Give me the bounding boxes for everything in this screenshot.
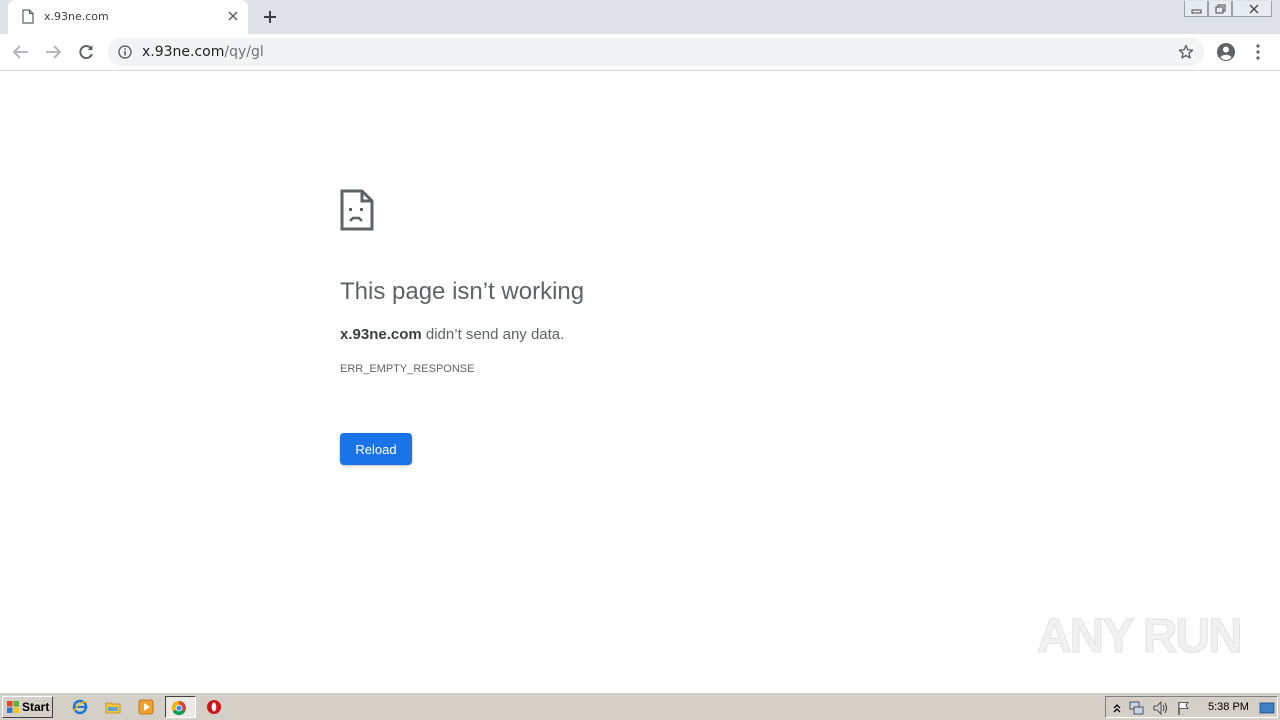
error-description: x.93ne.com didn’t send any data. bbox=[340, 326, 564, 343]
url-path: /qy/gl bbox=[224, 44, 264, 60]
network-icon[interactable] bbox=[1128, 700, 1144, 716]
tab-active[interactable]: x.93ne.com bbox=[8, 0, 248, 34]
close-window-button[interactable] bbox=[1232, 1, 1272, 17]
new-tab-icon[interactable] bbox=[262, 9, 278, 25]
action-center-flag-icon[interactable] bbox=[1176, 700, 1192, 716]
close-tab-icon[interactable] bbox=[228, 11, 238, 21]
browser-toolbar: x.93ne.com/qy/gl bbox=[0, 34, 1280, 71]
tab-title: x.93ne.com bbox=[44, 10, 109, 23]
internet-explorer-icon bbox=[72, 699, 88, 715]
error-host: x.93ne.com bbox=[340, 326, 422, 343]
anyrun-watermark-logo: ANY RUN bbox=[1037, 610, 1244, 664]
windows-logo-icon bbox=[7, 701, 19, 713]
minimize-button[interactable] bbox=[1184, 1, 1208, 17]
close-icon bbox=[1249, 4, 1259, 14]
bookmark-star-icon[interactable] bbox=[1178, 44, 1194, 60]
restore-button[interactable] bbox=[1208, 1, 1232, 17]
taskbar-app-media[interactable] bbox=[133, 696, 159, 718]
start-button[interactable]: Start bbox=[2, 696, 53, 718]
forward-icon[interactable] bbox=[44, 43, 62, 61]
error-code: ERR_EMPTY_RESPONSE bbox=[340, 363, 475, 375]
error-description-text: didn’t send any data. bbox=[421, 326, 565, 343]
system-tray bbox=[1105, 696, 1278, 718]
minimize-icon bbox=[1191, 9, 1202, 14]
error-title: This page isn’t working bbox=[340, 278, 585, 305]
sad-page-icon bbox=[340, 189, 374, 231]
profile-avatar-icon[interactable] bbox=[1216, 42, 1236, 62]
taskbar-app-ie[interactable] bbox=[67, 696, 93, 718]
show-hidden-icons-icon[interactable] bbox=[1109, 700, 1125, 716]
file-explorer-icon bbox=[105, 702, 121, 714]
taskbar-app-opera[interactable] bbox=[201, 696, 227, 718]
page-icon bbox=[22, 9, 34, 24]
url-text[interactable]: x.93ne.com/qy/gl bbox=[142, 44, 264, 60]
more-menu-icon[interactable] bbox=[1252, 43, 1264, 61]
restore-icon bbox=[1215, 4, 1226, 14]
reload-icon[interactable] bbox=[77, 43, 95, 61]
opera-icon bbox=[207, 700, 221, 714]
page-content: This page isn’t working x.93ne.com didn’… bbox=[0, 72, 1280, 690]
back-icon[interactable] bbox=[12, 43, 30, 61]
chrome-icon bbox=[171, 700, 186, 716]
volume-icon[interactable] bbox=[1152, 700, 1168, 716]
media-player-icon bbox=[138, 699, 154, 715]
site-info-icon[interactable] bbox=[118, 45, 132, 59]
taskbar: Start 5:38 PM bbox=[0, 692, 1280, 720]
clock[interactable]: 5:38 PM bbox=[1208, 701, 1249, 713]
show-desktop-icon[interactable] bbox=[1259, 700, 1275, 716]
taskbar-app-explorer[interactable] bbox=[100, 696, 126, 718]
reload-button[interactable]: Reload bbox=[340, 433, 412, 465]
start-label: Start bbox=[22, 700, 50, 714]
address-bar[interactable]: x.93ne.com/qy/gl bbox=[108, 38, 1204, 66]
url-host: x.93ne.com bbox=[142, 44, 225, 60]
tab-strip: x.93ne.com bbox=[0, 0, 1280, 34]
taskbar-app-chrome[interactable] bbox=[165, 696, 196, 718]
